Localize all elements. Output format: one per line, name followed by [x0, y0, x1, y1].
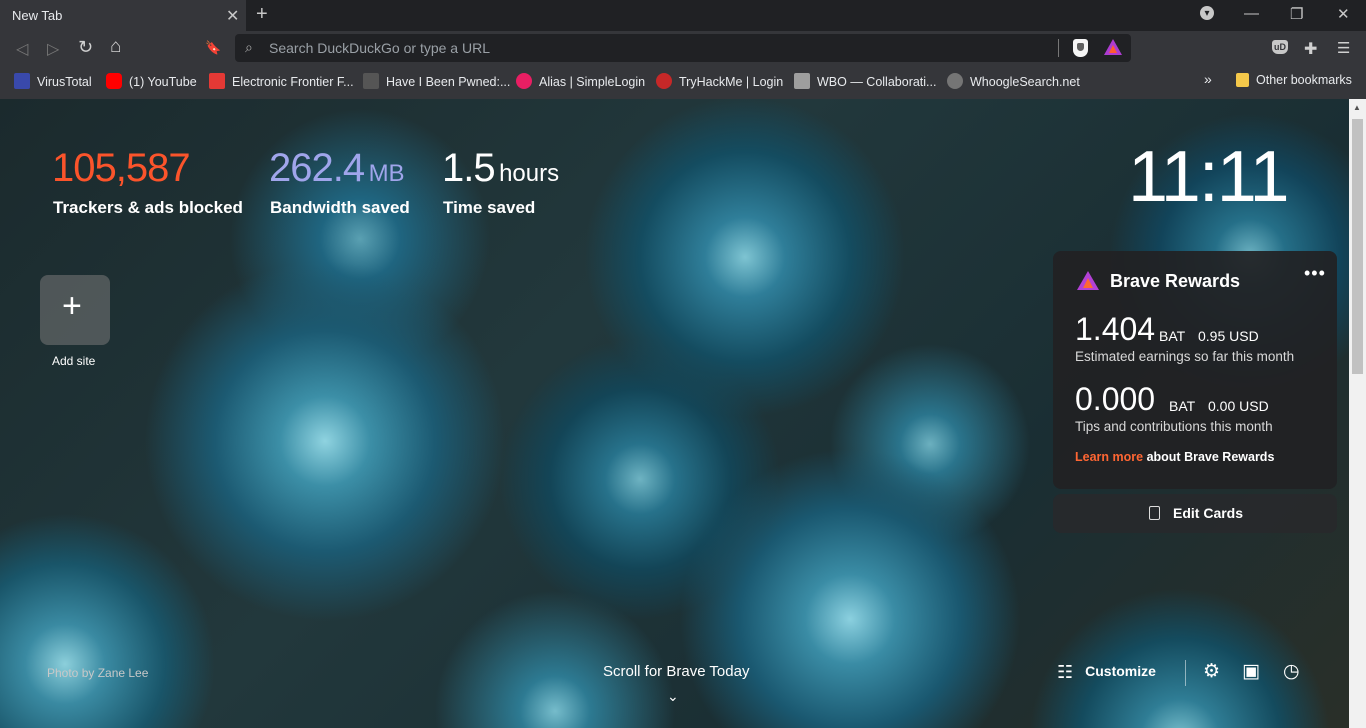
- profile-icon[interactable]: ▾: [1200, 6, 1214, 20]
- divider: [1185, 660, 1186, 686]
- edit-cards-button[interactable]: Edit Cards: [1053, 494, 1337, 533]
- learn-more-link[interactable]: Learn more: [1075, 450, 1143, 464]
- bandwidth-value: 262.4: [269, 146, 365, 190]
- folder-icon: [1236, 73, 1249, 87]
- trackers-value: 105,587: [52, 146, 191, 190]
- hibp-icon: [363, 73, 379, 89]
- earnings-unit: BAT: [1159, 328, 1186, 344]
- add-site-label: Add site: [52, 354, 96, 368]
- time-unit: hours: [499, 160, 560, 187]
- simplelogin-icon: [516, 73, 532, 89]
- time-label: Time saved: [443, 198, 536, 217]
- bookmark-item[interactable]: Alias | SimpleLogin: [516, 73, 645, 89]
- browser-chrome: New Tab ✕ + ▾ — ❐ ✕ ◁ ▷ ↻ ⌂ 🔖 ⌕ Search D…: [0, 0, 1366, 99]
- toolbar: ◁ ▷ ↻ ⌂ 🔖 ⌕ Search DuckDuckGo or type a …: [0, 31, 1366, 66]
- tips-unit: BAT: [1169, 398, 1196, 414]
- search-icon: ⌕: [245, 39, 253, 55]
- earnings-usd: 0.95 USD: [1198, 328, 1259, 344]
- learn-more: Learn more about Brave Rewards: [1075, 450, 1274, 464]
- more-bookmarks-icon[interactable]: »: [1204, 71, 1212, 87]
- reload-icon[interactable]: ↻: [78, 37, 93, 58]
- bookmark-item[interactable]: Electronic Frontier F...: [209, 73, 354, 89]
- brave-rewards-icon[interactable]: [1104, 39, 1122, 55]
- whoogle-icon: [947, 73, 963, 89]
- scrollbar-thumb[interactable]: [1352, 119, 1363, 374]
- brave-shields-icon[interactable]: [1073, 39, 1088, 57]
- tab-new-tab[interactable]: New Tab ✕: [0, 0, 246, 31]
- tab-strip: New Tab ✕ + ▾ — ❐ ✕: [0, 0, 1366, 31]
- divider: [1058, 39, 1059, 57]
- bandwidth-stat: 262.4 MB Bandwidth saved: [269, 146, 410, 217]
- chevron-down-icon[interactable]: ⌄: [667, 688, 679, 705]
- bookmarks-icon[interactable]: ▣: [1242, 660, 1260, 683]
- plus-icon: +: [62, 287, 82, 325]
- address-placeholder[interactable]: Search DuckDuckGo or type a URL: [269, 40, 490, 56]
- earnings-label: Estimated earnings so far this month: [1075, 349, 1295, 364]
- new-tab-button[interactable]: +: [256, 3, 268, 26]
- tab-close-icon[interactable]: ✕: [226, 6, 239, 26]
- brave-today-label[interactable]: Scroll for Brave Today: [603, 663, 749, 680]
- other-bookmarks[interactable]: Other bookmarks: [1236, 73, 1352, 87]
- bookmark-item[interactable]: TryHackMe | Login: [656, 73, 783, 89]
- add-site-button[interactable]: +: [40, 275, 110, 345]
- menu-icon[interactable]: ☰: [1337, 39, 1350, 57]
- bookmark-item[interactable]: WhoogleSearch.net: [947, 73, 1080, 89]
- bookmark-item[interactable]: Have I Been Pwned:...: [363, 73, 510, 89]
- trackers-label: Trackers & ads blocked: [53, 198, 243, 217]
- tips-usd: 0.00 USD: [1208, 398, 1269, 414]
- tab-title: New Tab: [12, 8, 63, 23]
- learn-more-text: about Brave Rewards: [1146, 450, 1275, 464]
- photo-credit[interactable]: Photo by Zane Lee: [47, 666, 148, 680]
- edit-cards-icon: [1149, 506, 1160, 520]
- ublock-icon[interactable]: uD: [1272, 40, 1288, 54]
- wbo-icon: [794, 73, 810, 89]
- scroll-up-icon[interactable]: ▲: [1353, 103, 1361, 112]
- bookmark-item[interactable]: (1) YouTube: [106, 73, 197, 89]
- extensions-icon[interactable]: ✚: [1304, 39, 1317, 59]
- bat-logo-icon: [1077, 271, 1099, 290]
- scrollbar[interactable]: ▲: [1349, 99, 1366, 728]
- time-stat: 1.5 hours Time saved: [442, 146, 560, 217]
- back-icon[interactable]: ◁: [16, 39, 28, 59]
- trackers-stat: 105,587 Trackers & ads blocked: [52, 146, 243, 217]
- bookmark-item[interactable]: VirusTotal: [14, 73, 92, 89]
- virustotal-icon: [14, 73, 30, 89]
- more-options-icon[interactable]: •••: [1304, 263, 1326, 284]
- bookmarks-bar: VirusTotal (1) YouTube Electronic Fronti…: [0, 66, 1366, 99]
- home-icon[interactable]: ⌂: [110, 36, 121, 58]
- bookmark-item[interactable]: WBO — Collaborati...: [794, 73, 936, 89]
- eff-icon: [209, 73, 225, 89]
- minimize-button[interactable]: —: [1244, 5, 1259, 22]
- restore-button[interactable]: ❐: [1290, 5, 1303, 23]
- window-close-button[interactable]: ✕: [1337, 5, 1350, 23]
- tips-label: Tips and contributions this month: [1075, 419, 1273, 434]
- sliders-icon: ☷: [1057, 662, 1074, 682]
- bandwidth-label: Bandwidth saved: [270, 198, 410, 217]
- forward-icon[interactable]: ▷: [47, 39, 59, 59]
- tryhackme-icon: [656, 73, 672, 89]
- bookmark-icon[interactable]: 🔖: [205, 40, 221, 56]
- clock: 11:11: [1128, 137, 1289, 217]
- bandwidth-unit: MB: [368, 160, 405, 187]
- settings-icon[interactable]: ⚙: [1203, 660, 1220, 683]
- tips-bat: 0.000: [1075, 381, 1156, 417]
- edit-cards-label: Edit Cards: [1173, 505, 1244, 521]
- time-value: 1.5: [442, 146, 496, 190]
- youtube-icon: [106, 73, 122, 89]
- brave-rewards-card: Brave Rewards ••• 1.404 BAT 0.95 USD Est…: [1053, 251, 1337, 489]
- address-bar[interactable]: ⌕ Search DuckDuckGo or type a URL: [235, 34, 1131, 62]
- history-icon[interactable]: ◷: [1283, 660, 1300, 683]
- earnings-bat: 1.404: [1075, 311, 1156, 347]
- customize-button[interactable]: ☷ Customize: [1057, 662, 1156, 683]
- customize-label: Customize: [1085, 663, 1156, 679]
- rewards-title: Brave Rewards: [1110, 271, 1241, 291]
